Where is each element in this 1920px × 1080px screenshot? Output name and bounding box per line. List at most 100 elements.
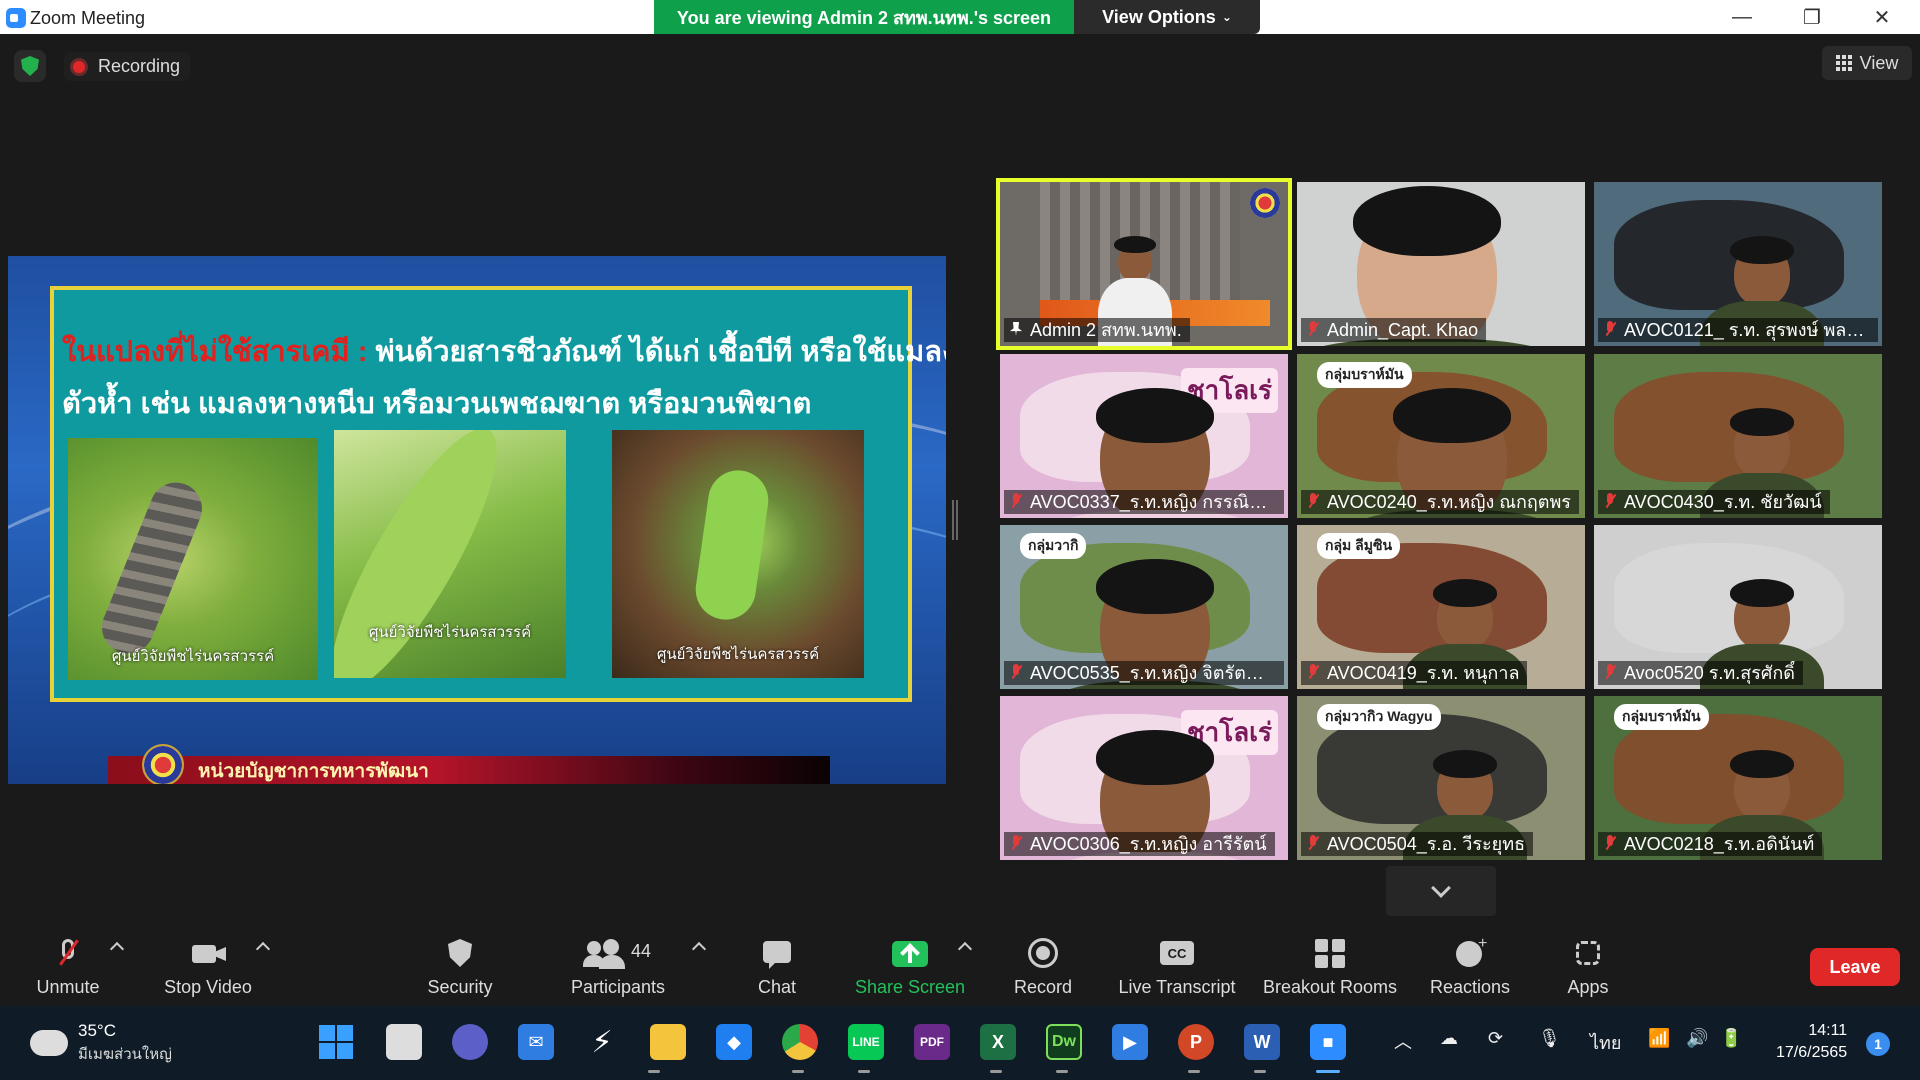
participant-tile[interactable]: กลุ่มวากิว Wagyu AVOC0504_ร.อ. วีระยุทธ [1297,696,1585,860]
participant-hair [1353,186,1501,256]
chat-button[interactable]: Chat [740,922,814,1006]
smiley-icon: + [1452,935,1488,969]
corn-cob-photo: ศูนย์วิจัยพืชไร่นครสวรรค์ [612,430,864,678]
chat-label: Chat [757,977,797,997]
dropbox-icon[interactable]: ◆ [716,1024,752,1060]
audio-options-caret[interactable] [109,941,125,957]
participant-tile[interactable]: ชาโลเร่ AVOC0306_ร.ท.หญิง อารีรัตน์ [1000,696,1288,860]
pdf-app-icon[interactable]: PDF [914,1024,950,1060]
teams-chat-icon[interactable] [452,1024,488,1060]
file-explorer-icon[interactable] [650,1024,686,1060]
running-indicator [990,1070,1002,1073]
live-transcript-label: Live Transcript [1118,977,1236,997]
participant-name: AVOC0337_ร.ท.หญิง กรรณิการ์ [1004,490,1284,514]
participant-tile[interactable]: กลุ่ม ลีมูซิน AVOC0419_ร.ท. หนุกาล [1297,525,1585,689]
participant-tile[interactable]: กลุ่มวากิ AVOC0535_ร.ท.หญิง จิตรัตน์ดา [1000,525,1288,689]
participant-hair [1393,388,1511,443]
apps-button[interactable]: Apps [1548,922,1628,1006]
notification-badge[interactable]: 1 [1866,1032,1890,1056]
unmute-button[interactable]: Unmute [24,922,112,1006]
minimize-button[interactable]: — [1712,0,1772,34]
participants-button[interactable]: 44 Participants [566,922,670,1006]
close-button[interactable]: ✕ [1852,0,1912,34]
onedrive-cloud-icon[interactable]: ☁ [1440,1028,1458,1049]
participant-tile[interactable]: Admin 2 สทพ.นทพ. [996,178,1292,350]
participant-tile[interactable]: ชาโลเร่ AVOC0337_ร.ท.หญิง กรรณิการ์ [1000,354,1288,518]
participant-hair [1433,579,1497,607]
restore-button[interactable]: ❐ [1782,0,1842,34]
view-options-button[interactable]: View Options ⌄ [1074,0,1260,34]
slide-title-line1: ในแปลงที่ไม่ใช้สารเคมี : พ่นด้วยสารชีวภั… [62,328,946,374]
participant-hair [1096,559,1214,614]
participant-tile[interactable]: AVOC0430_ร.ท. ชัยวัฒน์ [1594,354,1882,518]
breakout-rooms-button[interactable]: Breakout Rooms [1258,922,1402,1006]
background-cattle-image [1614,714,1844,824]
corn-leaf-photo: ศูนย์วิจัยพืชไร่นครสวรรค์ [334,430,566,678]
clock[interactable]: 14:11 17/6/2565 [1776,1020,1847,1064]
sync-icon[interactable]: ⟳ [1488,1028,1503,1049]
participant-hair [1730,750,1794,778]
record-dot-icon [70,57,88,76]
security-button[interactable]: Security [420,922,500,1006]
wifi-icon[interactable]: 📶 [1648,1028,1670,1049]
unit-emblem-icon [142,744,184,784]
weather-widget[interactable]: 35°C มีเมฆส่วนใหญ่ [24,1020,172,1066]
battery-icon[interactable]: 🔋 [1720,1028,1742,1049]
microphone-muted-icon [1604,493,1616,509]
participants-options-caret[interactable] [691,941,707,957]
reactions-button[interactable]: + Reactions [1424,922,1516,1006]
participant-tile[interactable]: Admin_Capt. Khao [1297,182,1585,346]
encryption-shield-icon[interactable] [14,50,46,82]
powerpoint-icon[interactable]: P [1178,1024,1214,1060]
split-drag-handle[interactable] [952,500,958,540]
window-title: Zoom Meeting [30,8,146,28]
background-cattle-image [1317,714,1547,824]
participant-tile[interactable]: Avoc0520 ร.ท.สุรศักดิ์ [1594,525,1882,689]
participant-name: Admin_Capt. Khao [1301,318,1487,342]
live-transcript-button[interactable]: CC Live Transcript [1112,922,1242,1006]
participant-name: AVOC0121_ ร.ท. สุรพงษ์ พลอย... [1598,318,1878,342]
windows-start-icon[interactable] [318,1024,354,1060]
microphone-muted-icon [1307,835,1319,851]
chrome-icon[interactable] [782,1024,818,1060]
view-layout-button[interactable]: View [1822,46,1912,80]
task-view-icon[interactable] [386,1024,422,1060]
show-hidden-icons-chevron[interactable]: ︿ [1394,1028,1412,1054]
line-icon[interactable]: LINE [848,1024,884,1060]
lightning-app-icon[interactable]: ⚡ [584,1024,620,1060]
mail-icon[interactable]: ✉ [518,1024,554,1060]
photo-caption: ศูนย์วิจัยพืชไร่นครสวรรค์ [111,648,275,665]
share-screen-button[interactable]: Share Screen [852,922,968,1006]
cloud-icon [24,1022,68,1056]
recording-label: Recording [98,56,181,76]
running-indicator [792,1070,804,1073]
volume-icon[interactable]: 🔊 [1686,1028,1708,1049]
microphone-icon[interactable]: 🎙 [1538,1028,1561,1049]
participant-hair [1730,236,1794,264]
participant-name: AVOC0240_ร.ท.หญิง ณกฤตพร [1301,490,1579,514]
participant-tile[interactable]: กลุ่มบราห์มัน AVOC0218_ร.ท.อดินันท์ [1594,696,1882,860]
participant-tile[interactable]: กลุ่มบราห์มัน AVOC0240_ร.ท.หญิง ณกฤตพร [1297,354,1585,518]
viewing-screen-banner: You are viewing Admin 2 สทพ.นทพ.'s scree… [654,0,1074,34]
gallery-next-page-button[interactable] [1386,866,1496,916]
video-camera-icon [190,937,226,969]
dreamweaver-icon[interactable]: Dw [1046,1024,1082,1060]
stop-video-button[interactable]: Stop Video [150,922,266,1006]
participant-tile[interactable]: AVOC0121_ ร.ท. สุรพงษ์ พลอย... [1594,182,1882,346]
leave-button[interactable]: Leave [1810,948,1900,986]
participant-count: 44 [631,941,652,961]
record-icon [1025,937,1061,969]
chevron-down-icon [1431,878,1451,898]
participant-name: AVOC0504_ร.อ. วีระยุทธ [1301,832,1534,856]
apps-label: Apps [1567,977,1609,997]
word-icon[interactable]: W [1244,1024,1280,1060]
running-indicator [1316,1070,1340,1073]
recording-indicator[interactable]: Recording [64,52,191,81]
input-language[interactable]: ไทย [1590,1028,1621,1057]
record-button[interactable]: Record [1002,922,1084,1006]
clock-time: 14:11 [1808,1022,1848,1039]
background-cattle-image [1614,200,1844,310]
excel-icon[interactable]: X [980,1024,1016,1060]
media-player-icon[interactable]: ▶ [1112,1024,1148,1060]
zoom-taskbar-icon[interactable]: ■ [1310,1024,1346,1060]
